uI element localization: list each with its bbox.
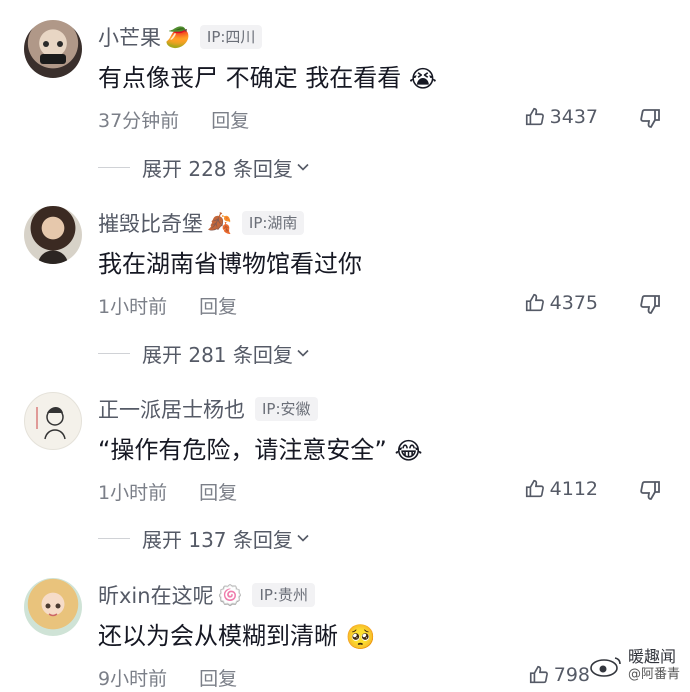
chevron-down-icon bbox=[297, 534, 309, 542]
expand-replies-label: 展开 228 条回复 bbox=[142, 156, 293, 181]
ip-badge: IP:安徽 bbox=[255, 397, 318, 421]
dislike-button[interactable] bbox=[638, 478, 662, 506]
divider bbox=[98, 353, 130, 354]
avatar[interactable] bbox=[24, 392, 82, 450]
divider bbox=[98, 538, 130, 539]
like-count: 4375 bbox=[549, 292, 598, 314]
reply-button[interactable]: 回复 bbox=[199, 482, 237, 504]
dislike-icon bbox=[640, 295, 660, 314]
like-button[interactable]: 4112 bbox=[524, 478, 598, 500]
comment-time: 9小时前 bbox=[98, 668, 168, 690]
username[interactable]: 摧毁比奇堡 bbox=[98, 208, 203, 238]
comment-item: 摧毁比奇堡 🍂 IP:湖南 我在湖南省博物馆看过你 1小时前 回复 4375 bbox=[0, 200, 690, 320]
chevron-down-icon bbox=[297, 349, 309, 357]
like-icon bbox=[529, 665, 548, 684]
comment-item: 昕xin在这呢 🍥 IP:贵州 还以为会从模糊到清晰 🥺 9小时前 回复 798 bbox=[0, 572, 690, 692]
like-button[interactable]: 798 bbox=[528, 664, 590, 686]
expand-replies[interactable]: 展开 137 条回复 bbox=[0, 523, 690, 553]
divider bbox=[98, 167, 130, 168]
comment-item: 正一派居士杨也 IP:安徽 “操作有危险，请注意安全” 😂 1小时前 回复 41… bbox=[0, 386, 690, 506]
like-icon bbox=[525, 293, 544, 312]
reply-button[interactable]: 回复 bbox=[199, 668, 237, 690]
watermark: 暖趣闻 @阿番青 bbox=[588, 648, 680, 684]
watermark-line2: @阿番青 bbox=[627, 667, 680, 682]
laughing-crying-emoji-icon: 😂 bbox=[394, 437, 423, 465]
expand-replies[interactable]: 展开 281 条回复 bbox=[0, 338, 690, 368]
lollipop-emoji-icon: 🍥 bbox=[217, 583, 243, 607]
ip-badge: IP:贵州 bbox=[252, 583, 316, 607]
comment-text-row: 有点像丧尸 不确定 我在看看 😭 bbox=[98, 58, 437, 93]
username[interactable]: 小芒果 bbox=[98, 22, 161, 52]
comment-time: 1小时前 bbox=[98, 296, 168, 318]
reply-button[interactable]: 回复 bbox=[211, 110, 249, 132]
comment-text: 有点像丧尸 不确定 我在看看 bbox=[98, 64, 402, 92]
comment-item: 小芒果 🥭 IP:四川 有点像丧尸 不确定 我在看看 😭 37分钟前 回复 34… bbox=[0, 14, 690, 134]
comment-text: 我在湖南省博物馆看过你 bbox=[98, 250, 362, 278]
reply-button[interactable]: 回复 bbox=[199, 296, 237, 318]
comment-text-row: “操作有危险，请注意安全” 😂 bbox=[98, 430, 423, 465]
comment-text-row: 我在湖南省博物馆看过你 bbox=[98, 244, 362, 279]
like-count: 4112 bbox=[549, 478, 598, 500]
expand-replies[interactable]: 展开 228 条回复 bbox=[0, 152, 690, 182]
weibo-logo-icon bbox=[590, 657, 621, 677]
like-button[interactable]: 3437 bbox=[524, 106, 598, 128]
like-icon bbox=[525, 107, 544, 126]
pleading-emoji-icon: 🥺 bbox=[345, 623, 376, 651]
dislike-icon bbox=[640, 109, 660, 128]
comment-text: 还以为会从模糊到清晰 bbox=[98, 622, 338, 650]
leaves-emoji-icon: 🍂 bbox=[207, 211, 232, 235]
comment-time: 37分钟前 bbox=[98, 110, 180, 132]
watermark-line1: 暖趣闻 bbox=[627, 647, 676, 666]
dislike-button[interactable] bbox=[638, 292, 662, 320]
mango-emoji-icon: 🥭 bbox=[165, 25, 190, 49]
avatar[interactable] bbox=[24, 20, 82, 78]
dislike-icon bbox=[640, 481, 660, 500]
like-button[interactable]: 4375 bbox=[524, 292, 598, 314]
expand-replies-label: 展开 281 条回复 bbox=[142, 342, 293, 367]
ip-badge: IP:湖南 bbox=[241, 211, 305, 235]
like-count: 3437 bbox=[549, 106, 598, 128]
comment-time: 1小时前 bbox=[98, 482, 168, 504]
username[interactable]: 正一派居士杨也 bbox=[98, 394, 245, 424]
like-icon bbox=[525, 479, 544, 498]
comment-text: “操作有危险，请注意安全” bbox=[98, 436, 387, 464]
crying-emoji-icon: 😭 bbox=[408, 65, 437, 93]
chevron-down-icon bbox=[297, 163, 309, 171]
dislike-button[interactable] bbox=[638, 106, 662, 134]
avatar[interactable] bbox=[24, 578, 82, 636]
username[interactable]: 昕xin在这呢 bbox=[98, 580, 214, 610]
ip-badge: IP:四川 bbox=[199, 25, 263, 49]
like-count: 798 bbox=[553, 664, 590, 686]
avatar[interactable] bbox=[24, 206, 82, 264]
expand-replies-label: 展开 137 条回复 bbox=[142, 527, 293, 552]
comment-text-row: 还以为会从模糊到清晰 🥺 bbox=[98, 616, 376, 651]
